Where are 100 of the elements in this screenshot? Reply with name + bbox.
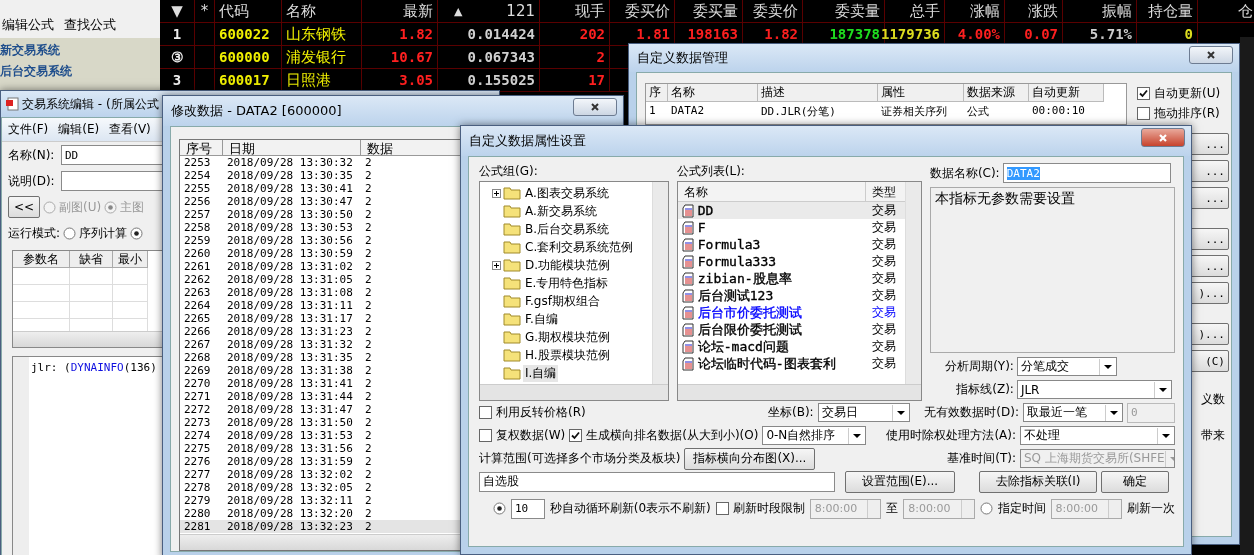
checkbox-label: 利用反转价格(R) [496,404,586,421]
table-cell-text: 2265 [183,312,212,325]
field-label: 名称(N): [8,146,56,164]
radio-label: 主图 [120,198,145,216]
list-cell-text: 交易 [871,253,897,270]
table-cell-text: 证券相关序列 [880,104,948,120]
table-cell: 1.82 [764,26,798,42]
table-cell-text: 2257 [183,208,212,221]
table-cell: 0.067343 [467,49,535,65]
field-label: 秒自动循环刷新(0表示不刷新) [549,500,711,517]
table-cell: 1179736 [881,26,940,42]
table-cell-text: 2 [364,351,373,364]
table-cell-text: 2255 [183,182,212,195]
table-cell-text: 2018/09/28 13:31:47 [226,403,354,416]
list-cell-text: DD [697,203,715,218]
table-cell-text: 2018/09/28 13:32:05 [226,481,354,494]
label-text: 义数 [1201,391,1225,408]
window-title: 自定义数据属性设置 [469,132,586,150]
table-cell: 山东钢铁 [286,24,346,44]
table-cell-text: 2 [364,182,373,195]
table-cell-text: 2 [364,416,373,429]
radio-label: 副图(U) [59,198,102,216]
table-cell-text: 2261 [183,260,212,273]
field-label: 坐标(B): [768,404,814,421]
section-label: 公式列表(L): [676,163,746,177]
table-cell-text: 2 [364,429,373,442]
list-cell-text: 后台市价委托测试 [697,303,803,322]
list-cell-text: 交易 [871,338,897,355]
table-cell-text: 2 [364,468,373,481]
table-cell-text: 2256 [183,195,212,208]
table-cell-text: 2279 [183,494,212,507]
table-cell-text: 2018/09/28 13:31:50 [226,416,354,429]
table-cell: 0.155025 [467,72,535,88]
table-cell: 600017 [219,72,270,88]
table-cell-text: 2018/09/28 13:31:08 [226,286,354,299]
table-cell-text: 2 [364,325,373,338]
field-label: 刷新一次 [1127,500,1175,517]
table-cell-text: 2018/09/28 13:31:59 [226,455,354,468]
field-label: 基准时间(T): [947,450,1016,467]
table-cell-text: 2263 [183,286,212,299]
table-cell-text: 2271 [183,390,212,403]
table-cell-text: 2018/09/28 13:32:20 [226,507,354,520]
table-cell-text: 2018/09/28 13:31:41 [226,377,354,390]
table-cell-text: 2 [364,520,373,533]
table-cell-text: 2018/09/28 13:32:02 [226,468,354,481]
table-cell: 17 [588,72,605,88]
code-text: jlr: ( [31,361,71,374]
table-cell-text: 2280 [183,507,212,520]
table-cell-text: 2018/09/28 13:30:47 [226,195,354,208]
table-cell-text: 2 [364,286,373,299]
table-cell-text: 2277 [183,468,212,481]
table-cell-text: 2018/09/28 13:31:38 [226,364,354,377]
table-cell-text: 2268 [183,351,212,364]
window-title: 自定义数据管理 [637,49,728,67]
table-cell-text: 2262 [183,273,212,286]
window-title: 修改数据 - DATA2 [600000] [171,102,342,120]
table-cell: 600022 [219,26,270,42]
table-cell-text: 2018/09/28 13:30:35 [226,169,354,182]
table-cell-text: 2 [364,403,373,416]
table-cell-text: 2018/09/28 13:30:56 [226,234,354,247]
field-label: 计算范围(可选择多个市场分类及板块) [479,450,681,467]
field-label: 指标线(Z): [955,381,1014,398]
list-cell-text: zibian-股息率 [697,269,793,288]
checkbox-label: 复权数据(W) [496,427,566,444]
field-label: 至 [886,500,899,517]
table-cell: 187378 [829,26,880,42]
table-cell-text: 2018/09/28 13:32:11 [226,494,354,507]
table-cell-text: 2273 [183,416,212,429]
list-cell-text: 后台限价委托测试 [697,320,803,339]
list-cell-text: 交易 [871,202,897,219]
table-cell-text: 2 [364,390,373,403]
table-cell-text: 2 [364,273,373,286]
table-cell-text: 1 [648,103,657,119]
list-cell-text: 交易 [871,321,897,338]
table-cell-text: 2 [364,481,373,494]
table-cell-text: 2276 [183,455,212,468]
table-cell: 600000 [219,49,270,65]
table-cell-text: 2 [364,234,373,247]
table-cell: 0 [1184,26,1193,42]
table-cell: 日照港 [286,70,331,90]
list-cell-text: 交易 [871,219,897,236]
table-cell-text: 2 [364,494,373,507]
table-cell: 1.81 [636,26,670,42]
list-cell-text: 论坛-macd问题 [697,337,790,356]
table-cell-text: 2274 [183,429,212,442]
code-text: DYNAINFO [70,361,124,374]
table-cell-text: 2 [364,299,373,312]
code-text: (136) [123,361,157,374]
table-cell-text: 2018/09/28 13:31:53 [226,429,354,442]
row-number: 1 [172,26,182,42]
list-cell-text: Formula3 [697,237,762,252]
table-cell: 2 [596,49,605,65]
table-cell-text: 2018/09/28 13:31:56 [226,442,354,455]
table-cell-text: 2 [364,338,373,351]
table-cell-text: 2253 [183,156,212,169]
table-cell-text: DD.JLR(分笔) [760,104,837,120]
table-cell-text: 2260 [183,247,212,260]
table-cell-text: 2018/09/28 13:31:23 [226,325,354,338]
table-cell-text: 2 [364,169,373,182]
table-cell-text: 2264 [183,299,212,312]
